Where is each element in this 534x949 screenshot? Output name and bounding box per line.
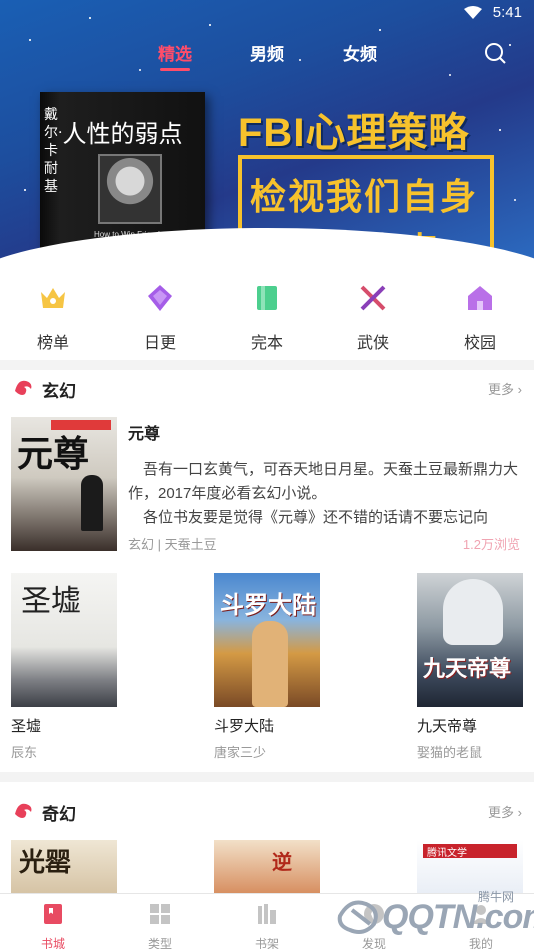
book-author: 辰东 [11,745,38,760]
quick-item-label: 完本 [250,335,283,352]
book-card[interactable]: 斗罗大陆 斗罗大陆 唐家三少 [214,573,320,761]
featured-book-description: 吾有一口玄黄气，可吞天地日月星。天蚕土豆最新鼎力大作，2017年度必看玄幻小说。… [128,461,519,526]
quick-item-wuxia[interactable]: 武侠 [338,282,408,353]
featured-cover-title: 元尊 [17,433,90,475]
section-header-xuanhuan: 玄幻 更多 › [0,372,534,402]
quick-links: 榜单 日更 完本 武侠 校园 [0,282,534,352]
crown-icon [41,288,65,308]
cover-title: 逆 [272,850,292,874]
book-card[interactable]: 九天帝尊 九天帝尊 娶猫的老鼠 [417,573,523,761]
crossed-swords-icon [360,285,386,311]
cover-title: 腾讯文学 [427,848,467,859]
top-tab-bar: 精选 男频 女频 [0,40,534,71]
quick-item-label: 榜单 [36,335,69,352]
book-card[interactable]: 圣墟 圣墟 辰东 [11,573,117,761]
book-cover: 斗罗大陆 [214,573,320,707]
featured-book-meta: 玄幻 | 天蚕土豆 [128,537,217,552]
quick-item-label: 日更 [143,335,176,352]
quick-item-daily[interactable]: 日更 [125,282,195,353]
tab-female[interactable]: 女频 [343,40,377,65]
more-link[interactable]: 更多 › [488,802,522,821]
nav-bookshelf[interactable]: 书架 [227,894,307,949]
book-icon [257,286,277,310]
seal-icon [175,234,195,248]
book-title: 斗罗大陆 [214,718,275,735]
watermark: QQTN.com 腾牛网 [330,888,534,946]
nav-category[interactable]: 类型 [120,894,200,949]
section-title: 玄幻 [42,382,76,401]
section-header-qihuan: 奇幻 更多 › [0,795,534,825]
book-author: 娶猫的老鼠 [417,745,483,760]
banner-book-english: How to Win Friends and Influence People [94,230,180,249]
quick-item-campus[interactable]: 校园 [445,282,515,353]
watermark-site: 腾牛网 [478,890,515,904]
book-cover: 圣墟 [11,573,117,707]
figure-image [81,475,103,531]
school-icon [468,286,492,310]
book-title: 圣墟 [11,718,42,735]
quick-item-label: 武侠 [356,335,389,352]
bookstore-icon [44,904,62,924]
status-time: 5:41 [492,4,522,21]
more-label: 更多 [488,382,515,397]
book-title: 九天帝尊 [417,718,478,735]
featured-book-cover[interactable]: 元尊 [11,417,117,551]
search-icon[interactable] [484,42,506,64]
featured-book-views: 1.2万浏览 [462,537,520,552]
banner-book-cover: 戴尔·卡耐基 人性的弱点 How to Win Friends and Infl… [40,92,205,264]
watermark-logo-icon [337,900,378,934]
banner-subtitle-1: 检视我们自身 [250,176,479,217]
more-link[interactable]: 更多 › [488,379,522,398]
dragon-icon [15,380,32,395]
quick-item-finished[interactable]: 完本 [232,282,302,353]
section-divider [0,360,534,370]
figure-image [443,579,503,645]
figure-image [252,621,288,707]
promo-banner[interactable]: 5:41 精选 男频 女频 戴尔·卡耐基 人性的弱点 How to Win Fr… [0,0,534,268]
tab-featured[interactable]: 精选 [158,40,192,71]
nav-label: 类型 [147,937,172,949]
featured-book-title[interactable]: 元尊 [128,420,160,444]
banner-headline: FBI心理策略 [238,111,470,155]
cover-title: 光罂 [19,848,72,878]
cover-title: 圣墟 [21,584,81,619]
book-author: 唐家三少 [214,745,267,760]
cover-title: 斗罗大陆 [220,592,316,619]
wifi-icon [464,6,482,19]
diamond-pen-icon [148,285,172,311]
section-divider [0,772,534,782]
more-label: 更多 [488,805,515,820]
nav-bookstore[interactable]: 书城 [13,894,93,949]
banner-book-title: 人性的弱点 [62,120,183,148]
book-cover: 九天帝尊 [417,573,523,707]
portrait-image [98,154,162,224]
cover-title: 九天帝尊 [423,656,512,681]
dragon-icon [15,803,32,818]
quick-item-ranking[interactable]: 榜单 [18,282,88,353]
bookshelf-icon [258,904,276,924]
banner-subtitle-2: 潜/在/弱/点 [252,230,441,268]
grid-icon [150,904,170,924]
section-title: 奇幻 [42,805,76,824]
tab-male[interactable]: 男频 [250,40,284,65]
quick-item-label: 校园 [463,335,496,352]
nav-label: 书城 [40,937,65,949]
cover-badge [51,420,111,430]
nav-label: 书架 [254,937,279,949]
